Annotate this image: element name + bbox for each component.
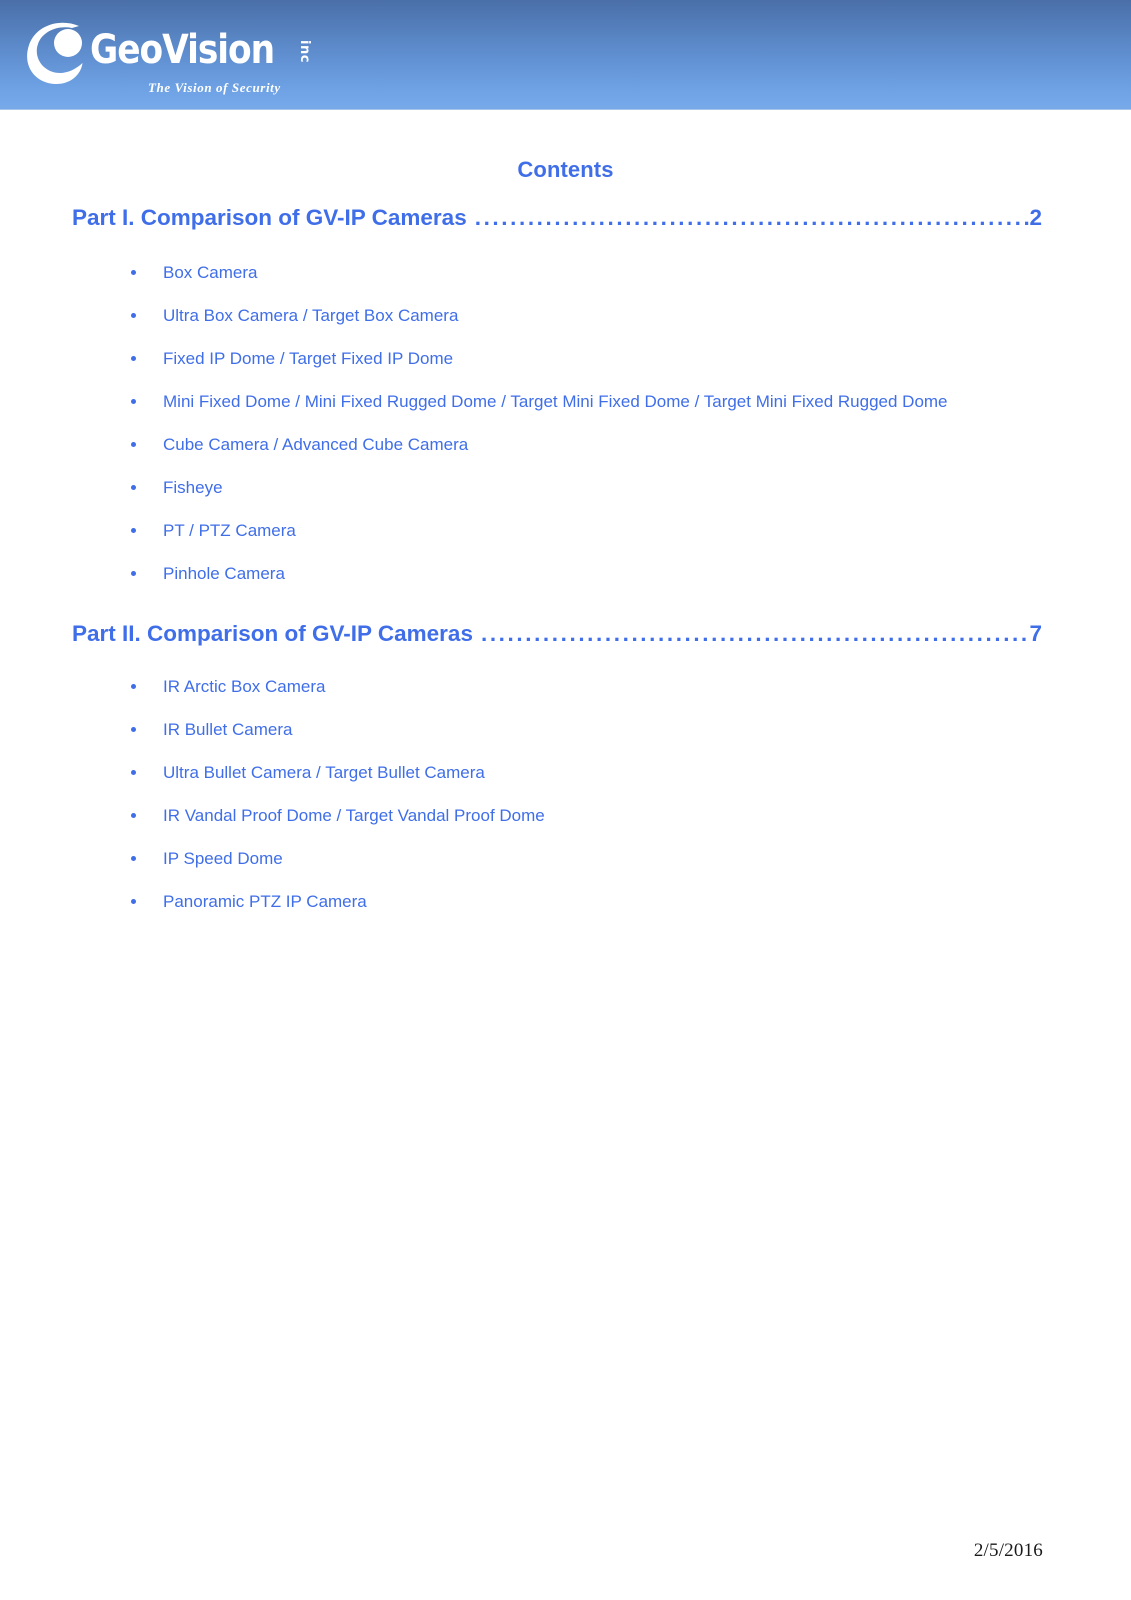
logo-wordmark: GeoVision bbox=[90, 27, 275, 73]
toc-heading-title: Part II. Comparison of GV-IP Cameras bbox=[72, 621, 473, 646]
list-item-label: IR Vandal Proof Dome / Target Vandal Pro… bbox=[163, 806, 545, 825]
toc-part-2: Part II. Comparison of GV-IP Cameras ...… bbox=[0, 621, 1131, 923]
toc-heading-part-1[interactable]: Part I. Comparison of GV-IP Cameras ....… bbox=[72, 205, 1042, 231]
document-body: Contents Part I. Comparison of GV-IP Cam… bbox=[0, 105, 1131, 923]
bullet-icon bbox=[131, 528, 136, 533]
bullet-icon bbox=[131, 770, 136, 775]
list-item[interactable]: Box Camera bbox=[0, 251, 1131, 294]
list-item[interactable]: IP Speed Dome bbox=[0, 837, 1131, 880]
page-title: Contents bbox=[517, 157, 614, 182]
list-item-label: IR Bullet Camera bbox=[163, 720, 293, 739]
list-item[interactable]: IR Vandal Proof Dome / Target Vandal Pro… bbox=[0, 794, 1131, 837]
bullet-icon bbox=[131, 399, 136, 404]
list-item-label: Fisheye bbox=[163, 478, 223, 497]
list-item[interactable]: Cube Camera / Advanced Cube Camera bbox=[0, 423, 1131, 466]
table-of-contents: Part I. Comparison of GV-IP Cameras ....… bbox=[0, 205, 1131, 923]
toc-part-1: Part I. Comparison of GV-IP Cameras ....… bbox=[0, 205, 1131, 595]
bullet-icon bbox=[131, 856, 136, 861]
geovision-crescent-logo-icon bbox=[27, 22, 83, 85]
list-item[interactable]: Fisheye bbox=[0, 466, 1131, 509]
logo-inc-suffix: inc bbox=[297, 40, 312, 63]
toc-page-number: 2 bbox=[1029, 205, 1042, 230]
bullet-icon bbox=[131, 813, 136, 818]
list-item[interactable]: Panoramic PTZ IP Camera bbox=[0, 880, 1131, 923]
bullet-icon bbox=[131, 899, 136, 904]
list-item-label: Pinhole Camera bbox=[163, 564, 285, 583]
list-item-label: Panoramic PTZ IP Camera bbox=[163, 892, 367, 911]
toc-list-part-1: Box Camera Ultra Box Camera / Target Box… bbox=[0, 251, 1131, 595]
list-item[interactable]: Pinhole Camera bbox=[0, 552, 1131, 595]
list-item-label: Cube Camera / Advanced Cube Camera bbox=[163, 435, 469, 454]
bullet-icon bbox=[131, 684, 136, 689]
geovision-logo: GeoVision inc The Vision of Security bbox=[24, 18, 314, 98]
toc-leader-dots: ........................................… bbox=[474, 205, 1030, 230]
list-item[interactable]: Ultra Box Camera / Target Box Camera bbox=[0, 294, 1131, 337]
list-item[interactable]: IR Arctic Box Camera bbox=[0, 665, 1131, 708]
bullet-icon bbox=[131, 571, 136, 576]
list-item-label: Ultra Bullet Camera / Target Bullet Came… bbox=[163, 763, 485, 782]
list-item[interactable]: IR Bullet Camera bbox=[0, 708, 1131, 751]
list-item[interactable]: Ultra Bullet Camera / Target Bullet Came… bbox=[0, 751, 1131, 794]
list-item-label: Ultra Box Camera / Target Box Camera bbox=[163, 306, 459, 325]
list-item-label: Box Camera bbox=[163, 263, 258, 282]
footer-date: 2/5/2016 bbox=[973, 1540, 1043, 1561]
toc-page-number: 7 bbox=[1029, 621, 1042, 646]
bullet-icon bbox=[131, 727, 136, 732]
bullet-icon bbox=[131, 442, 136, 447]
bullet-icon bbox=[131, 313, 136, 318]
toc-leader-dots: ........................................… bbox=[480, 621, 1030, 646]
header-banner: GeoVision inc The Vision of Security bbox=[0, 0, 1131, 105]
list-item-label: Fixed IP Dome / Target Fixed IP Dome bbox=[163, 349, 454, 368]
list-item-label: IR Arctic Box Camera bbox=[163, 677, 326, 696]
list-item[interactable]: Mini Fixed Dome / Mini Fixed Rugged Dome… bbox=[0, 380, 1131, 423]
bullet-icon bbox=[131, 270, 136, 275]
list-item-label: Mini Fixed Dome / Mini Fixed Rugged Dome… bbox=[163, 392, 948, 411]
list-item[interactable]: PT / PTZ Camera bbox=[0, 509, 1131, 552]
list-item[interactable]: Fixed IP Dome / Target Fixed IP Dome bbox=[0, 337, 1131, 380]
logo-tagline: The Vision of Security bbox=[148, 80, 281, 95]
list-item-label: IP Speed Dome bbox=[163, 849, 283, 868]
bullet-icon bbox=[131, 485, 136, 490]
toc-heading-title: Part I. Comparison of GV-IP Cameras bbox=[72, 205, 467, 230]
toc-heading-part-2[interactable]: Part II. Comparison of GV-IP Cameras ...… bbox=[72, 621, 1042, 647]
bullet-icon bbox=[131, 356, 136, 361]
toc-list-part-2: IR Arctic Box Camera IR Bullet Camera Ul… bbox=[0, 665, 1131, 923]
list-item-label: PT / PTZ Camera bbox=[163, 521, 296, 540]
